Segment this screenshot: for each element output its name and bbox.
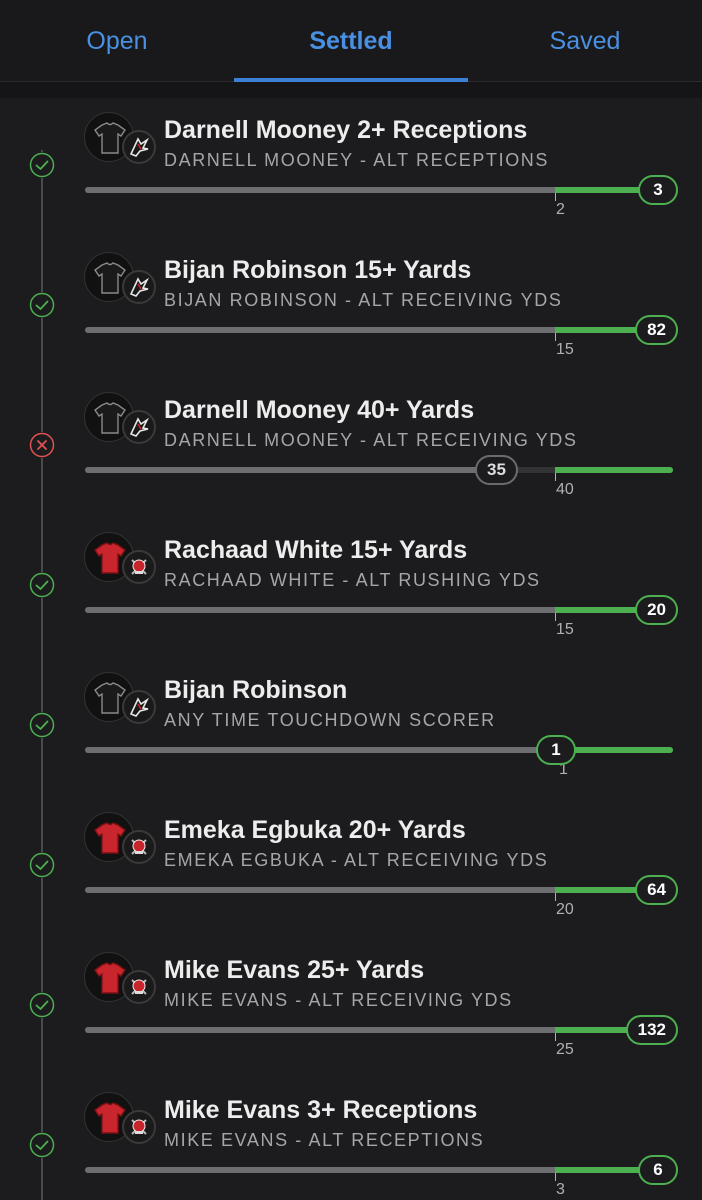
check-circle-icon <box>29 572 55 598</box>
leg-row[interactable]: Darnell Mooney 40+ Yards DARNELL MOONEY -… <box>0 380 702 520</box>
progress-fill <box>555 467 673 473</box>
threshold-label: 15 <box>556 341 574 358</box>
leg-title: Bijan Robinson <box>164 676 348 704</box>
leg-subtitle: MIKE EVANS - ALT RECEPTIONS <box>164 1130 485 1150</box>
leg-row[interactable]: Rachaad White 15+ Yards RACHAAD WHITE - A… <box>0 520 702 660</box>
falcons-logo-icon <box>122 410 156 444</box>
result-pill: 20 <box>635 595 678 625</box>
threshold-label: 3 <box>556 1181 565 1198</box>
check-circle-icon <box>29 852 55 878</box>
falcons-logo-icon <box>122 130 156 164</box>
threshold-tick <box>555 893 556 901</box>
threshold-label: 15 <box>556 621 574 638</box>
leg-title: Darnell Mooney 2+ Receptions <box>164 116 528 144</box>
leg-subtitle: RACHAAD WHITE - ALT RUSHING YDS <box>164 570 541 590</box>
threshold-label: 40 <box>556 481 574 498</box>
check-circle-icon <box>29 292 55 318</box>
threshold-tick <box>555 1173 556 1181</box>
leg-title: Bijan Robinson 15+ Yards <box>164 256 472 284</box>
tab-settled[interactable]: Settled <box>234 0 468 82</box>
buccaneers-logo-icon <box>122 970 156 1004</box>
result-pill: 82 <box>635 315 678 345</box>
tab-open[interactable]: Open <box>0 0 234 82</box>
result-pill: 35 <box>475 455 518 485</box>
result-pill: 1 <box>536 735 576 765</box>
threshold-label: 2 <box>556 201 565 218</box>
leg-row[interactable]: Emeka Egbuka 20+ Yards EMEKA EGBUKA - ALT… <box>0 800 702 940</box>
threshold-tick <box>555 333 556 341</box>
falcons-logo-icon <box>122 690 156 724</box>
check-circle-icon <box>29 992 55 1018</box>
leg-subtitle: MIKE EVANS - ALT RECEIVING YDS <box>164 990 513 1010</box>
threshold-tick <box>555 613 556 621</box>
tab-bar: Open Settled Saved <box>0 0 702 82</box>
tab-saved[interactable]: Saved <box>468 0 702 82</box>
leg-subtitle: ANY TIME TOUCHDOWN SCORER <box>164 710 496 730</box>
result-pill: 132 <box>625 1015 678 1045</box>
check-circle-icon <box>29 1132 55 1158</box>
falcons-logo-icon <box>122 270 156 304</box>
result-pill: 6 <box>638 1155 678 1185</box>
leg-row[interactable]: Mike Evans 3+ Receptions MIKE EVANS - ALT… <box>0 1080 702 1200</box>
buccaneers-logo-icon <box>122 550 156 584</box>
threshold-tick <box>555 193 556 201</box>
section-divider <box>0 82 702 98</box>
leg-subtitle: DARNELL MOONEY - ALT RECEIVING YDS <box>164 430 578 450</box>
threshold-tick <box>555 1033 556 1041</box>
leg-title: Rachaad White 15+ Yards <box>164 536 468 564</box>
leg-title: Mike Evans 3+ Receptions <box>164 1096 478 1124</box>
leg-row[interactable]: Mike Evans 25+ Yards MIKE EVANS - ALT REC… <box>0 940 702 1080</box>
result-pill: 64 <box>635 875 678 905</box>
leg-subtitle: BIJAN ROBINSON - ALT RECEIVING YDS <box>164 290 563 310</box>
leg-row[interactable]: Bijan Robinson ANY TIME TOUCHDOWN SCORER 1… <box>0 660 702 800</box>
leg-title: Emeka Egbuka 20+ Yards <box>164 816 466 844</box>
threshold-tick <box>555 473 556 481</box>
buccaneers-logo-icon <box>122 1110 156 1144</box>
result-pill: 3 <box>638 175 678 205</box>
leg-subtitle: DARNELL MOONEY - ALT RECEPTIONS <box>164 150 550 170</box>
threshold-label: 25 <box>556 1041 574 1058</box>
check-circle-icon <box>29 152 55 178</box>
check-circle-icon <box>29 712 55 738</box>
leg-title: Darnell Mooney 40+ Yards <box>164 396 475 424</box>
buccaneers-logo-icon <box>122 830 156 864</box>
threshold-label: 20 <box>556 901 574 918</box>
leg-row[interactable]: Bijan Robinson 15+ Yards BIJAN ROBINSON -… <box>0 240 702 380</box>
x-circle-icon <box>29 432 55 458</box>
leg-subtitle: EMEKA EGBUKA - ALT RECEIVING YDS <box>164 850 549 870</box>
leg-title: Mike Evans 25+ Yards <box>164 956 425 984</box>
leg-row[interactable]: Darnell Mooney 2+ Receptions DARNELL MOON… <box>0 100 702 240</box>
